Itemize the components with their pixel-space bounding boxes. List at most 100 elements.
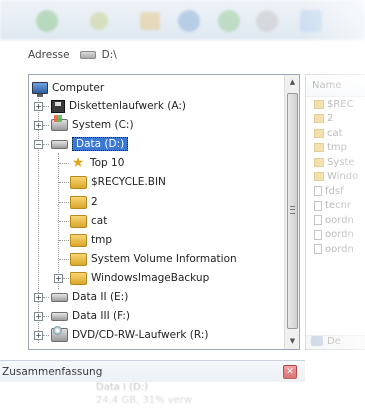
- folder-icon: [314, 128, 324, 138]
- tree-item-dvd[interactable]: DVD/CD-RW-Laufwerk (R:): [51, 326, 208, 344]
- scroll-down-icon[interactable]: ▼: [285, 334, 299, 349]
- file-name: tecnr: [325, 200, 352, 212]
- summary-header: Zusammenfassung ✕: [0, 360, 305, 382]
- file-name: $REC: [327, 98, 354, 110]
- tree-label: 2: [91, 196, 98, 208]
- folder-icon: [314, 172, 324, 182]
- tree-item-floppy[interactable]: Diskettenlaufwerk (A:): [51, 97, 186, 115]
- file-name: oordn: [325, 214, 354, 226]
- file-row[interactable]: tmp: [306, 141, 365, 156]
- folder-icon: [70, 233, 87, 247]
- expand-system-button[interactable]: +: [34, 121, 43, 130]
- tree-item-folder[interactable]: WindowsImageBackup: [70, 269, 209, 287]
- drive-icon: [51, 311, 68, 321]
- folder-icon: [314, 157, 324, 167]
- up-folder-icon[interactable]: [140, 12, 160, 30]
- tree-label: System (C:): [72, 119, 134, 131]
- toolbar: [0, 0, 365, 40]
- folder-icon: [70, 214, 87, 228]
- folder-icon: [70, 175, 87, 189]
- file-row[interactable]: cat: [306, 126, 365, 141]
- expand-data3-button[interactable]: +: [34, 312, 43, 321]
- tree-item-folder[interactable]: tmp: [70, 231, 112, 249]
- tree-item-folder[interactable]: System Volume Information: [70, 250, 237, 268]
- star-folder-icon: ★: [71, 155, 85, 171]
- summary-title: Zusammenfassung: [2, 365, 103, 378]
- tree-label: Data III (F:): [72, 310, 130, 322]
- tree-label: DVD/CD-RW-Laufwerk (R:): [72, 329, 209, 341]
- file-name: Windo: [327, 171, 359, 183]
- close-icon[interactable]: ✕: [283, 364, 297, 379]
- tree-label: Data (D:): [72, 137, 129, 151]
- tree-item-data-f[interactable]: Data III (F:): [51, 307, 130, 325]
- tree-item-data-e[interactable]: Data II (E:): [51, 288, 128, 306]
- collapse-data-button[interactable]: −: [34, 140, 43, 149]
- document-icon: [314, 229, 322, 240]
- tree-label: Diskettenlaufwerk (A:): [69, 100, 187, 112]
- expand-backup-button[interactable]: +: [54, 274, 63, 283]
- tree-label: tmp: [91, 234, 113, 246]
- file-row[interactable]: oordn: [306, 213, 365, 228]
- summary-line: Data I (D:): [96, 382, 149, 393]
- file-row[interactable]: Syste: [306, 155, 365, 170]
- tree-item-folder[interactable]: $RECYCLE.BIN: [70, 173, 166, 191]
- grip-icon: [290, 206, 295, 214]
- file-row[interactable]: tecnr: [306, 199, 365, 214]
- file-name: oordn: [325, 229, 354, 241]
- folder-icon: [70, 252, 87, 266]
- search-icon[interactable]: [178, 10, 200, 32]
- tree-item-folder[interactable]: 2: [70, 193, 98, 211]
- file-name: Syste: [327, 156, 355, 168]
- drive-icon: [51, 139, 68, 149]
- folder-icon: [70, 271, 87, 285]
- tree-label: WindowsImageBackup: [91, 272, 210, 284]
- stop-icon[interactable]: [256, 10, 278, 32]
- summary-body: Data I (D:) 24,4 GB, 31% verw: [0, 382, 305, 408]
- file-row[interactable]: oordn: [306, 228, 365, 243]
- tree-label: $RECYCLE.BIN: [91, 176, 166, 188]
- forward-icon[interactable]: [90, 12, 108, 30]
- refresh-icon[interactable]: [218, 10, 240, 32]
- tree-item-folder[interactable]: cat: [70, 212, 107, 230]
- address-bar[interactable]: Adresse D:\: [28, 42, 365, 68]
- tree-item-computer[interactable]: Computer: [32, 79, 104, 97]
- folder-icon: [70, 195, 87, 209]
- file-row[interactable]: 2: [306, 112, 365, 127]
- tree-item-system[interactable]: System (C:): [51, 115, 134, 134]
- back-icon[interactable]: [36, 10, 58, 32]
- folder-tree[interactable]: Computer + Diskettenlaufwerk (A:) + Syst…: [28, 74, 300, 350]
- file-name: 2: [327, 113, 334, 125]
- folder-icon: [314, 99, 324, 109]
- views-icon[interactable]: [300, 10, 322, 32]
- address-value[interactable]: D:\: [102, 49, 117, 61]
- scroll-up-icon[interactable]: ▲: [285, 75, 299, 90]
- file-row[interactable]: Windo: [306, 170, 365, 185]
- document-icon: [314, 244, 322, 255]
- expand-dvd-button[interactable]: +: [34, 331, 43, 340]
- file-row[interactable]: fdsf: [306, 184, 365, 199]
- column-header-name[interactable]: Name: [306, 75, 365, 97]
- file-name: fdsf: [325, 185, 344, 197]
- expand-floppy-button[interactable]: +: [34, 102, 43, 111]
- computer-icon: [32, 82, 48, 97]
- tree-item-folder[interactable]: ★ Top 10: [70, 154, 125, 172]
- folder-icon: [314, 143, 324, 153]
- folder-icon: [314, 114, 324, 124]
- floppy-icon: [51, 99, 65, 113]
- file-row[interactable]: oordn: [306, 242, 365, 257]
- tree-scrollbar[interactable]: ▲ ▼: [284, 75, 299, 349]
- system-drive-icon: [51, 115, 68, 131]
- tree-label: cat: [91, 215, 108, 227]
- expand-data2-button[interactable]: +: [34, 293, 43, 302]
- details-label: De: [327, 335, 341, 347]
- document-icon: [314, 200, 322, 211]
- drive-icon: [51, 292, 68, 302]
- drive-icon: [79, 51, 96, 59]
- summary-line: 24,4 GB, 31% verw: [96, 395, 193, 406]
- file-row[interactable]: $REC: [306, 97, 365, 112]
- tree-label: Data II (E:): [72, 291, 129, 303]
- file-list[interactable]: Name $REC 2 cat tmp Syste Windo fdsf tecnr oordn…: [305, 74, 365, 350]
- scroll-thumb[interactable]: [287, 93, 298, 329]
- tree-item-data-d[interactable]: Data (D:): [51, 135, 129, 153]
- document-icon: [314, 186, 322, 197]
